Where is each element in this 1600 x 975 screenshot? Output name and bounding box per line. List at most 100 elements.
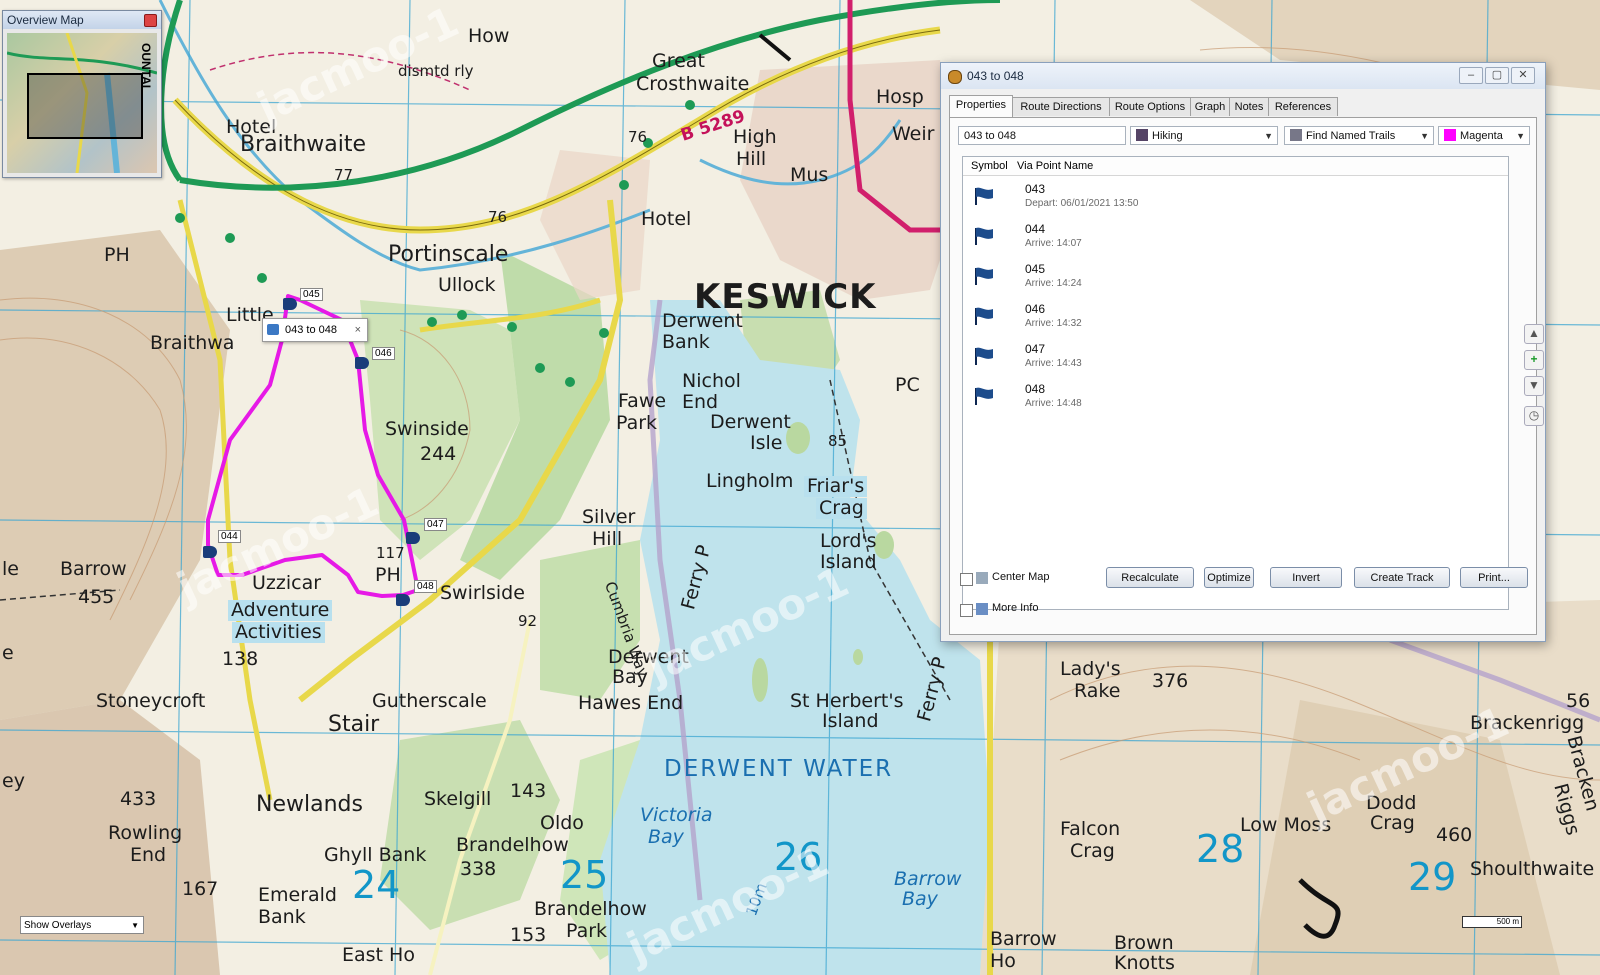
create-track-button[interactable]: Create Track bbox=[1354, 567, 1450, 588]
tab-properties[interactable]: Properties bbox=[949, 95, 1013, 117]
close-button[interactable]: ✕ bbox=[1511, 67, 1535, 84]
overview-map-window[interactable]: Overview Map OUNTAI bbox=[2, 10, 162, 178]
show-overlays-label: Show Overlays bbox=[24, 920, 92, 931]
map-label-117: 117 bbox=[376, 544, 405, 562]
map-label-138: 138 bbox=[222, 648, 259, 670]
map-label-knotts: Knotts bbox=[1114, 952, 1175, 974]
via-point-rows: 043 Depart: 06/01/2021 13:50 044 Arrive: 14… bbox=[963, 176, 1508, 416]
color-swatch bbox=[1444, 129, 1456, 141]
center-map-checkbox[interactable] bbox=[960, 573, 973, 586]
map-label-uzzicar: Uzzicar bbox=[252, 572, 322, 594]
via-point-row[interactable]: 048 Arrive: 14:48 bbox=[963, 376, 1508, 416]
invert-button[interactable]: Invert bbox=[1270, 567, 1342, 588]
map-label-143: 143 bbox=[510, 780, 547, 802]
column-via-point-name[interactable]: Via Point Name bbox=[1017, 160, 1093, 172]
column-symbol[interactable]: Symbol bbox=[971, 160, 1008, 172]
map-label-park: Park bbox=[616, 412, 658, 434]
via-point-row[interactable]: 047 Arrive: 14:43 bbox=[963, 336, 1508, 376]
recalculate-button[interactable]: Recalculate bbox=[1106, 567, 1194, 588]
via-point-time: Arrive: 14:43 bbox=[1025, 358, 1082, 369]
tab-graph[interactable]: Graph bbox=[1190, 97, 1230, 116]
map-label-oldo: Oldo bbox=[540, 812, 584, 834]
waypoint-label-045: 045 bbox=[300, 288, 323, 301]
map-grid-24: 24 bbox=[352, 863, 401, 907]
route-popup[interactable]: 043 to 048 × bbox=[262, 318, 368, 342]
waypoint-flag-046[interactable] bbox=[355, 357, 369, 369]
map-label-how: How bbox=[468, 25, 510, 47]
activity-dropdown[interactable]: Hiking ▼ bbox=[1130, 126, 1278, 145]
tab-route-options[interactable]: Route Options bbox=[1109, 97, 1191, 116]
timing-button[interactable]: ◷ bbox=[1524, 406, 1544, 426]
map-label-end: End bbox=[682, 391, 719, 413]
map-label-island: Island bbox=[820, 551, 877, 573]
map-label-rowling: Rowling bbox=[108, 822, 183, 844]
show-overlays-dropdown[interactable]: Show Overlays ▼ bbox=[20, 916, 144, 934]
waypoint-flag-045[interactable] bbox=[283, 298, 297, 310]
route-popup-close-icon[interactable]: × bbox=[355, 319, 361, 341]
blue-flag-icon bbox=[975, 387, 993, 405]
waypoint-flag-047[interactable] bbox=[406, 532, 420, 544]
map-label-le: le bbox=[2, 558, 19, 580]
map-label-barrow: Barrow bbox=[60, 558, 127, 580]
map-label-keswick: KESWICK bbox=[694, 277, 877, 317]
map-label-dodd: Dodd bbox=[1366, 792, 1417, 814]
map-label-brackenrigg: Brackenrigg bbox=[1470, 712, 1585, 734]
map-label-friars: Friar's bbox=[804, 476, 868, 497]
tab-notes[interactable]: Notes bbox=[1229, 97, 1269, 116]
overview-map-canvas[interactable]: OUNTAI bbox=[7, 33, 157, 173]
map-label-island2: Island bbox=[822, 710, 879, 732]
via-point-name: 044 bbox=[1025, 222, 1046, 236]
map-label-56: 56 bbox=[1566, 690, 1591, 712]
print-button[interactable]: Print... bbox=[1460, 567, 1528, 588]
map-label-ladys: Lady's bbox=[1060, 658, 1121, 680]
tab-route-directions[interactable]: Route Directions bbox=[1012, 97, 1110, 116]
move-up-button[interactable]: ▲ bbox=[1524, 324, 1544, 344]
map-label-falcon: Falcon bbox=[1060, 818, 1121, 840]
via-point-row[interactable]: 043 Depart: 06/01/2021 13:50 bbox=[963, 176, 1508, 216]
map-label-153: 153 bbox=[510, 924, 547, 946]
minimize-button[interactable]: – bbox=[1459, 67, 1483, 84]
via-point-list-header: Symbol Via Point Name bbox=[963, 157, 1508, 176]
map-label-park2: Park bbox=[566, 920, 608, 942]
waypoint-label-046: 046 bbox=[372, 347, 395, 360]
map-label-hill2: Hill bbox=[592, 528, 623, 550]
overview-close-button[interactable] bbox=[144, 14, 157, 27]
map-label-derwent-bank-1: Derwent bbox=[662, 310, 743, 332]
trail-mode-dropdown[interactable]: Find Named Trails ▼ bbox=[1284, 126, 1434, 145]
map-label-weir: Weir bbox=[892, 123, 935, 145]
add-via-point-button[interactable]: + bbox=[1524, 350, 1544, 370]
waypoint-flag-048[interactable] bbox=[396, 594, 410, 606]
map-label-derwent-bay-1: Derwent bbox=[608, 646, 689, 668]
via-point-list[interactable]: Symbol Via Point Name 043 Depart: 06/01/2… bbox=[962, 156, 1509, 610]
map-label-338: 338 bbox=[460, 858, 497, 880]
map-label-derwent-isle-2: Isle bbox=[750, 432, 783, 454]
via-point-row[interactable]: 045 Arrive: 14:24 bbox=[963, 256, 1508, 296]
more-info-checkbox[interactable] bbox=[960, 604, 973, 617]
map-label-barrow2: Barrow bbox=[990, 928, 1057, 950]
waypoint-flag-044[interactable] bbox=[203, 546, 217, 558]
overview-map-titlebar[interactable]: Overview Map bbox=[3, 11, 161, 29]
map-grid-29: 29 bbox=[1408, 855, 1457, 899]
map-label-77: 77 bbox=[334, 166, 354, 184]
map-label-brown: Brown bbox=[1114, 932, 1174, 954]
map-label-stoneycroft: Stoneycroft bbox=[96, 690, 206, 712]
map-label-derwent-bay-2: Bay bbox=[612, 666, 648, 688]
move-down-button[interactable]: ▼ bbox=[1524, 376, 1544, 396]
activity-value: Hiking bbox=[1152, 130, 1183, 142]
optimize-button[interactable]: Optimize bbox=[1204, 567, 1254, 588]
overview-viewport-rectangle[interactable] bbox=[27, 73, 143, 139]
color-dropdown[interactable]: Magenta ▼ bbox=[1438, 126, 1530, 145]
tab-references[interactable]: References bbox=[1268, 97, 1338, 116]
dialog-titlebar[interactable]: 043 to 048 – ▢ ✕ bbox=[941, 63, 1545, 89]
via-point-row[interactable]: 044 Arrive: 14:07 bbox=[963, 216, 1508, 256]
route-properties-dialog[interactable]: 043 to 048 – ▢ ✕ Properties Route Direct… bbox=[940, 62, 1546, 642]
map-label-newlands: Newlands bbox=[256, 792, 363, 817]
route-name-input[interactable]: 043 to 048 bbox=[958, 126, 1126, 145]
dialog-title: 043 to 048 bbox=[967, 69, 1024, 83]
map-label-barrow-bay-2: Bay bbox=[902, 888, 938, 910]
via-point-row[interactable]: 046 Arrive: 14:32 bbox=[963, 296, 1508, 336]
via-point-name: 043 bbox=[1025, 182, 1046, 196]
map-label-92: 92 bbox=[518, 612, 538, 630]
maximize-button[interactable]: ▢ bbox=[1485, 67, 1509, 84]
map-label-silver: Silver bbox=[582, 506, 636, 528]
